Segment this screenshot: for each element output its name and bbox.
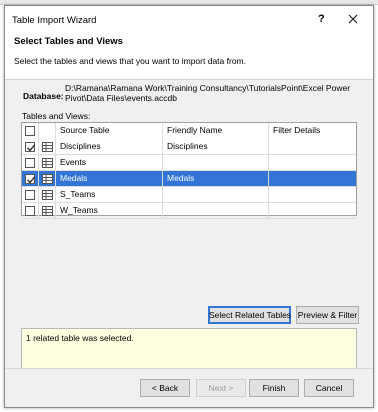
source-table-cell: Disciplines bbox=[56, 139, 163, 155]
row-checkbox[interactable] bbox=[25, 174, 36, 184]
friendly-name-cell[interactable]: Medals bbox=[163, 171, 269, 187]
column-header-filter-details[interactable]: Filter Details bbox=[269, 123, 356, 139]
page-title: Select Tables and Views bbox=[14, 36, 123, 47]
row-checkbox[interactable] bbox=[25, 158, 35, 168]
row-icon-cell bbox=[39, 203, 56, 219]
next-button[interactable]: Next > bbox=[196, 379, 246, 397]
row-check-cell bbox=[22, 171, 39, 187]
row-check-cell bbox=[22, 155, 39, 171]
friendly-name-cell[interactable] bbox=[163, 155, 269, 171]
column-header-source-table[interactable]: Source Table bbox=[56, 123, 163, 139]
table-row-selected[interactable]: Medals Medals bbox=[22, 171, 356, 187]
row-check-cell bbox=[22, 203, 39, 219]
row-icon-cell bbox=[39, 187, 56, 203]
table-row[interactable]: W_Teams bbox=[22, 203, 356, 219]
row-icon-cell bbox=[39, 171, 56, 187]
preview-filter-button[interactable]: Preview & Filter bbox=[296, 306, 359, 324]
page-description: Select the tables and views that you wan… bbox=[14, 56, 246, 66]
row-check-cell bbox=[22, 139, 39, 155]
finish-button[interactable]: Finish bbox=[249, 379, 299, 397]
filter-details-cell bbox=[269, 139, 356, 155]
table-icon bbox=[42, 206, 53, 216]
select-related-tables-button[interactable]: Select Related Tables bbox=[208, 306, 291, 324]
table-icon bbox=[42, 174, 53, 184]
table-icon bbox=[42, 158, 53, 168]
wizard-footer: < Back Next > Finish Cancel bbox=[5, 368, 373, 407]
friendly-name-cell[interactable]: Disciplines bbox=[163, 139, 269, 155]
row-checkbox[interactable] bbox=[25, 206, 35, 216]
select-all-cell[interactable] bbox=[22, 123, 39, 139]
source-table-cell: S_Teams bbox=[56, 187, 163, 203]
table-row[interactable]: S_Teams bbox=[22, 187, 356, 203]
title-bar: Table Import Wizard ? bbox=[5, 6, 373, 32]
icon-header-cell bbox=[39, 123, 56, 139]
wizard-header: Select Tables and Views Select the table… bbox=[5, 32, 373, 80]
table-row[interactable]: Disciplines Disciplines bbox=[22, 139, 356, 155]
window-title: Table Import Wizard bbox=[12, 15, 97, 26]
status-message-box: 1 related table was selected. bbox=[21, 328, 357, 369]
filter-details-cell bbox=[269, 155, 356, 171]
source-table-cell: W_Teams bbox=[56, 203, 163, 219]
close-icon[interactable] bbox=[345, 11, 361, 27]
select-all-checkbox[interactable] bbox=[25, 126, 35, 136]
database-label: Database: bbox=[23, 91, 64, 101]
help-button[interactable]: ? bbox=[318, 13, 325, 25]
table-icon bbox=[42, 190, 53, 200]
row-icon-cell bbox=[39, 139, 56, 155]
friendly-name-cell[interactable] bbox=[163, 203, 269, 219]
table-import-wizard-dialog: Table Import Wizard ? Select Tables and … bbox=[4, 5, 374, 408]
tables-grid: Source Table Friendly Name Filter Detail… bbox=[21, 122, 357, 219]
table-icon bbox=[42, 142, 53, 152]
cancel-button[interactable]: Cancel bbox=[304, 379, 354, 397]
friendly-name-cell[interactable] bbox=[163, 187, 269, 203]
row-checkbox[interactable] bbox=[25, 142, 36, 152]
database-path: D:\Ramana\Ramana Work\Training Consultan… bbox=[65, 83, 351, 103]
row-checkbox[interactable] bbox=[25, 190, 35, 200]
back-button[interactable]: < Back bbox=[140, 379, 190, 397]
source-table-cell: Events bbox=[56, 155, 163, 171]
grid-header-row: Source Table Friendly Name Filter Detail… bbox=[22, 123, 356, 139]
filter-details-cell bbox=[269, 187, 356, 203]
filter-details-cell bbox=[269, 203, 356, 219]
tables-views-label: Tables and Views: bbox=[22, 111, 91, 121]
status-message: 1 related table was selected. bbox=[26, 333, 134, 343]
table-row[interactable]: Events bbox=[22, 155, 356, 171]
row-icon-cell bbox=[39, 155, 56, 171]
filter-details-cell bbox=[269, 171, 356, 187]
column-header-friendly-name[interactable]: Friendly Name bbox=[163, 123, 269, 139]
row-check-cell bbox=[22, 187, 39, 203]
source-table-cell: Medals bbox=[56, 171, 163, 187]
